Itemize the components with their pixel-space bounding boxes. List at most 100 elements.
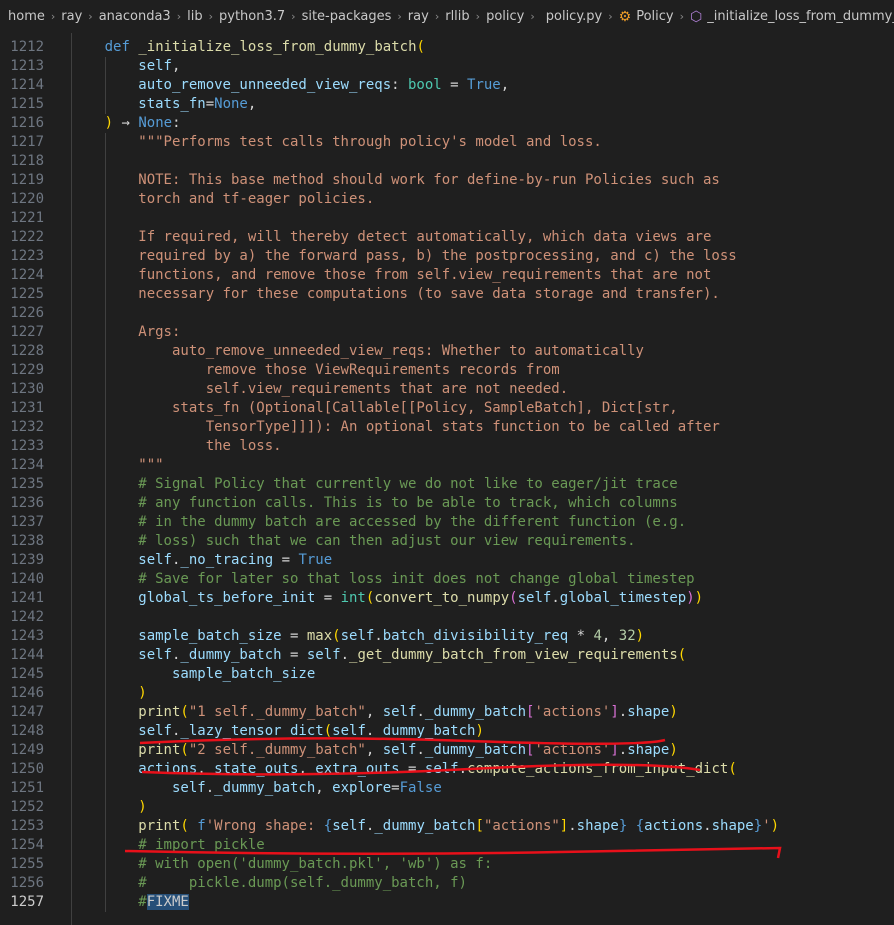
code-line[interactable]: 1251 self._dummy_batch, explore=False [0,779,894,798]
line-number[interactable]: 1229 [0,361,44,380]
breadcrumb-item[interactable]: ray [61,9,82,24]
breadcrumb-item[interactable]: Policy [636,9,673,24]
breadcrumb-item[interactable]: policy.py [546,9,603,24]
line-number[interactable]: 1237 [0,513,44,532]
line-number[interactable]: 1238 [0,532,44,551]
code-line[interactable]: 1242 [0,608,894,627]
code-line[interactable]: 1246) [0,684,894,703]
code-line[interactable]: 1249 print("2 self._dummy_batch", self._d… [0,741,894,760]
code-line[interactable]: 1218 [0,152,894,171]
line-number[interactable]: 1247 [0,703,44,722]
line-number[interactable]: 1218 [0,152,44,171]
code-line[interactable]: 1229 remove those ViewRequirements recor… [0,361,894,380]
line-number[interactable]: 1222 [0,228,44,247]
code-line[interactable]: 1225 necessary for these computations (to… [0,285,894,304]
code-line[interactable]: 1232 TensorType]]]): An optional stats f… [0,418,894,437]
code-line[interactable]: 1257 #FIXME [0,893,894,912]
line-number[interactable]: 1234 [0,456,44,475]
breadcrumb-item[interactable]: site-packages [302,9,392,24]
line-number[interactable]: 1228 [0,342,44,361]
line-number[interactable]: 1231 [0,399,44,418]
code-line[interactable]: 1243 sample_batch_size = max(self.batch_d… [0,627,894,646]
line-number[interactable]: 1244 [0,646,44,665]
code-line[interactable]: 1245 sample_batch_size [0,665,894,684]
line-number[interactable]: 1245 [0,665,44,684]
line-number[interactable]: 1223 [0,247,44,266]
line-number[interactable]: 1250 [0,760,44,779]
line-number[interactable]: 1242 [0,608,44,627]
line-number[interactable]: 1212 [0,38,44,57]
code-line[interactable]: 1222 If required, will thereby detect aut… [0,228,894,247]
code-line[interactable]: 1247 print("1 self._dummy_batch", self._d… [0,703,894,722]
breadcrumb-item[interactable]: _initialize_loss_from_dummy_batch [707,9,894,24]
line-number[interactable]: 1220 [0,190,44,209]
line-number[interactable]: 1219 [0,171,44,190]
code-line[interactable]: 1240 # Save for later so that loss init d… [0,570,894,589]
line-number[interactable]: 1241 [0,589,44,608]
line-number[interactable]: 1225 [0,285,44,304]
code-line[interactable]: 1212 def _initialize_loss_from_dummy_batc… [0,38,894,57]
breadcrumb-item[interactable]: ray [408,9,429,24]
line-number[interactable]: 1246 [0,684,44,703]
line-number[interactable]: 1257 [0,893,44,912]
line-number[interactable]: 1233 [0,437,44,456]
line-number[interactable]: 1251 [0,779,44,798]
line-number[interactable]: 1227 [0,323,44,342]
breadcrumb-item[interactable]: anaconda3 [99,9,171,24]
code-line[interactable]: 1233 the loss. [0,437,894,456]
code-line[interactable]: 1220 torch and tf-eager policies. [0,190,894,209]
code-line[interactable]: 1256 # pickle.dump(self._dummy_batch, f) [0,874,894,893]
code-line[interactable]: 1215 stats_fn=None, [0,95,894,114]
line-number[interactable]: 1230 [0,380,44,399]
breadcrumb-item[interactable]: policy [486,9,524,24]
line-number[interactable]: 1253 [0,817,44,836]
code-line[interactable]: 1236 # any function calls. This is to be … [0,494,894,513]
breadcrumb-item[interactable]: lib [187,9,202,24]
code-line[interactable]: 1252) [0,798,894,817]
code-line[interactable]: 1238 # loss) such that we can then adjust… [0,532,894,551]
code-line[interactable]: 1213 self, [0,57,894,76]
breadcrumb-item[interactable]: python3.7 [219,9,285,24]
code-line[interactable]: 1216) → None: [0,114,894,133]
line-number[interactable]: 1213 [0,57,44,76]
code-line[interactable]: 1230 self.view_requirements that are not… [0,380,894,399]
code-line[interactable]: 1239 self._no_tracing = True [0,551,894,570]
code-line[interactable]: 1253 print( f'Wrong shape: {self._dummy_b… [0,817,894,836]
line-number[interactable]: 1254 [0,836,44,855]
line-number[interactable]: 1239 [0,551,44,570]
code-line[interactable]: 1214 auto_remove_unneeded_view_reqs: bool… [0,76,894,95]
code-line[interactable]: 1226 [0,304,894,323]
code-line[interactable]: 1224 functions, and remove those from sel… [0,266,894,285]
code-line[interactable]: 1219 NOTE: This base method should work f… [0,171,894,190]
line-number[interactable]: 1248 [0,722,44,741]
line-number[interactable]: 1214 [0,76,44,95]
line-number[interactable]: 1252 [0,798,44,817]
code-line[interactable]: 1241 global_ts_before_init = int(convert_… [0,589,894,608]
line-number[interactable]: 1256 [0,874,44,893]
code-line[interactable]: 1237 # in the dummy batch are accessed by… [0,513,894,532]
line-number[interactable]: 1224 [0,266,44,285]
code-line[interactable]: 1231 stats_fn (Optional[Callable[[Policy… [0,399,894,418]
code-line[interactable]: 1254 # import pickle [0,836,894,855]
code-line[interactable]: 1235 # Signal Policy that currently we do… [0,475,894,494]
breadcrumb-item[interactable]: home [8,9,45,24]
line-number[interactable]: 1216 [0,114,44,133]
code-line[interactable]: 1255 # with open('dummy_batch.pkl', 'wb')… [0,855,894,874]
line-number[interactable]: 1255 [0,855,44,874]
line-number[interactable]: 1236 [0,494,44,513]
code-line[interactable]: 1217 """Performs test calls through polic… [0,133,894,152]
line-number[interactable]: 1226 [0,304,44,323]
code-line[interactable]: 1228 auto_remove_unneeded_view_reqs: Whe… [0,342,894,361]
line-number[interactable]: 1217 [0,133,44,152]
code-editor[interactable]: 12111212def _initialize_loss_from_dummy_… [0,33,894,925]
line-number[interactable]: 1235 [0,475,44,494]
line-number[interactable]: 1232 [0,418,44,437]
line-number[interactable]: 1215 [0,95,44,114]
code-line[interactable]: 1223 required by a) the forward pass, b) … [0,247,894,266]
line-number[interactable]: 1240 [0,570,44,589]
line-number[interactable]: 1249 [0,741,44,760]
code-line[interactable]: 1234 """ [0,456,894,475]
code-line[interactable]: 1250 actions, state_outs, extra_outs = se… [0,760,894,779]
code-line[interactable]: 1227 Args: [0,323,894,342]
line-number[interactable]: 1243 [0,627,44,646]
